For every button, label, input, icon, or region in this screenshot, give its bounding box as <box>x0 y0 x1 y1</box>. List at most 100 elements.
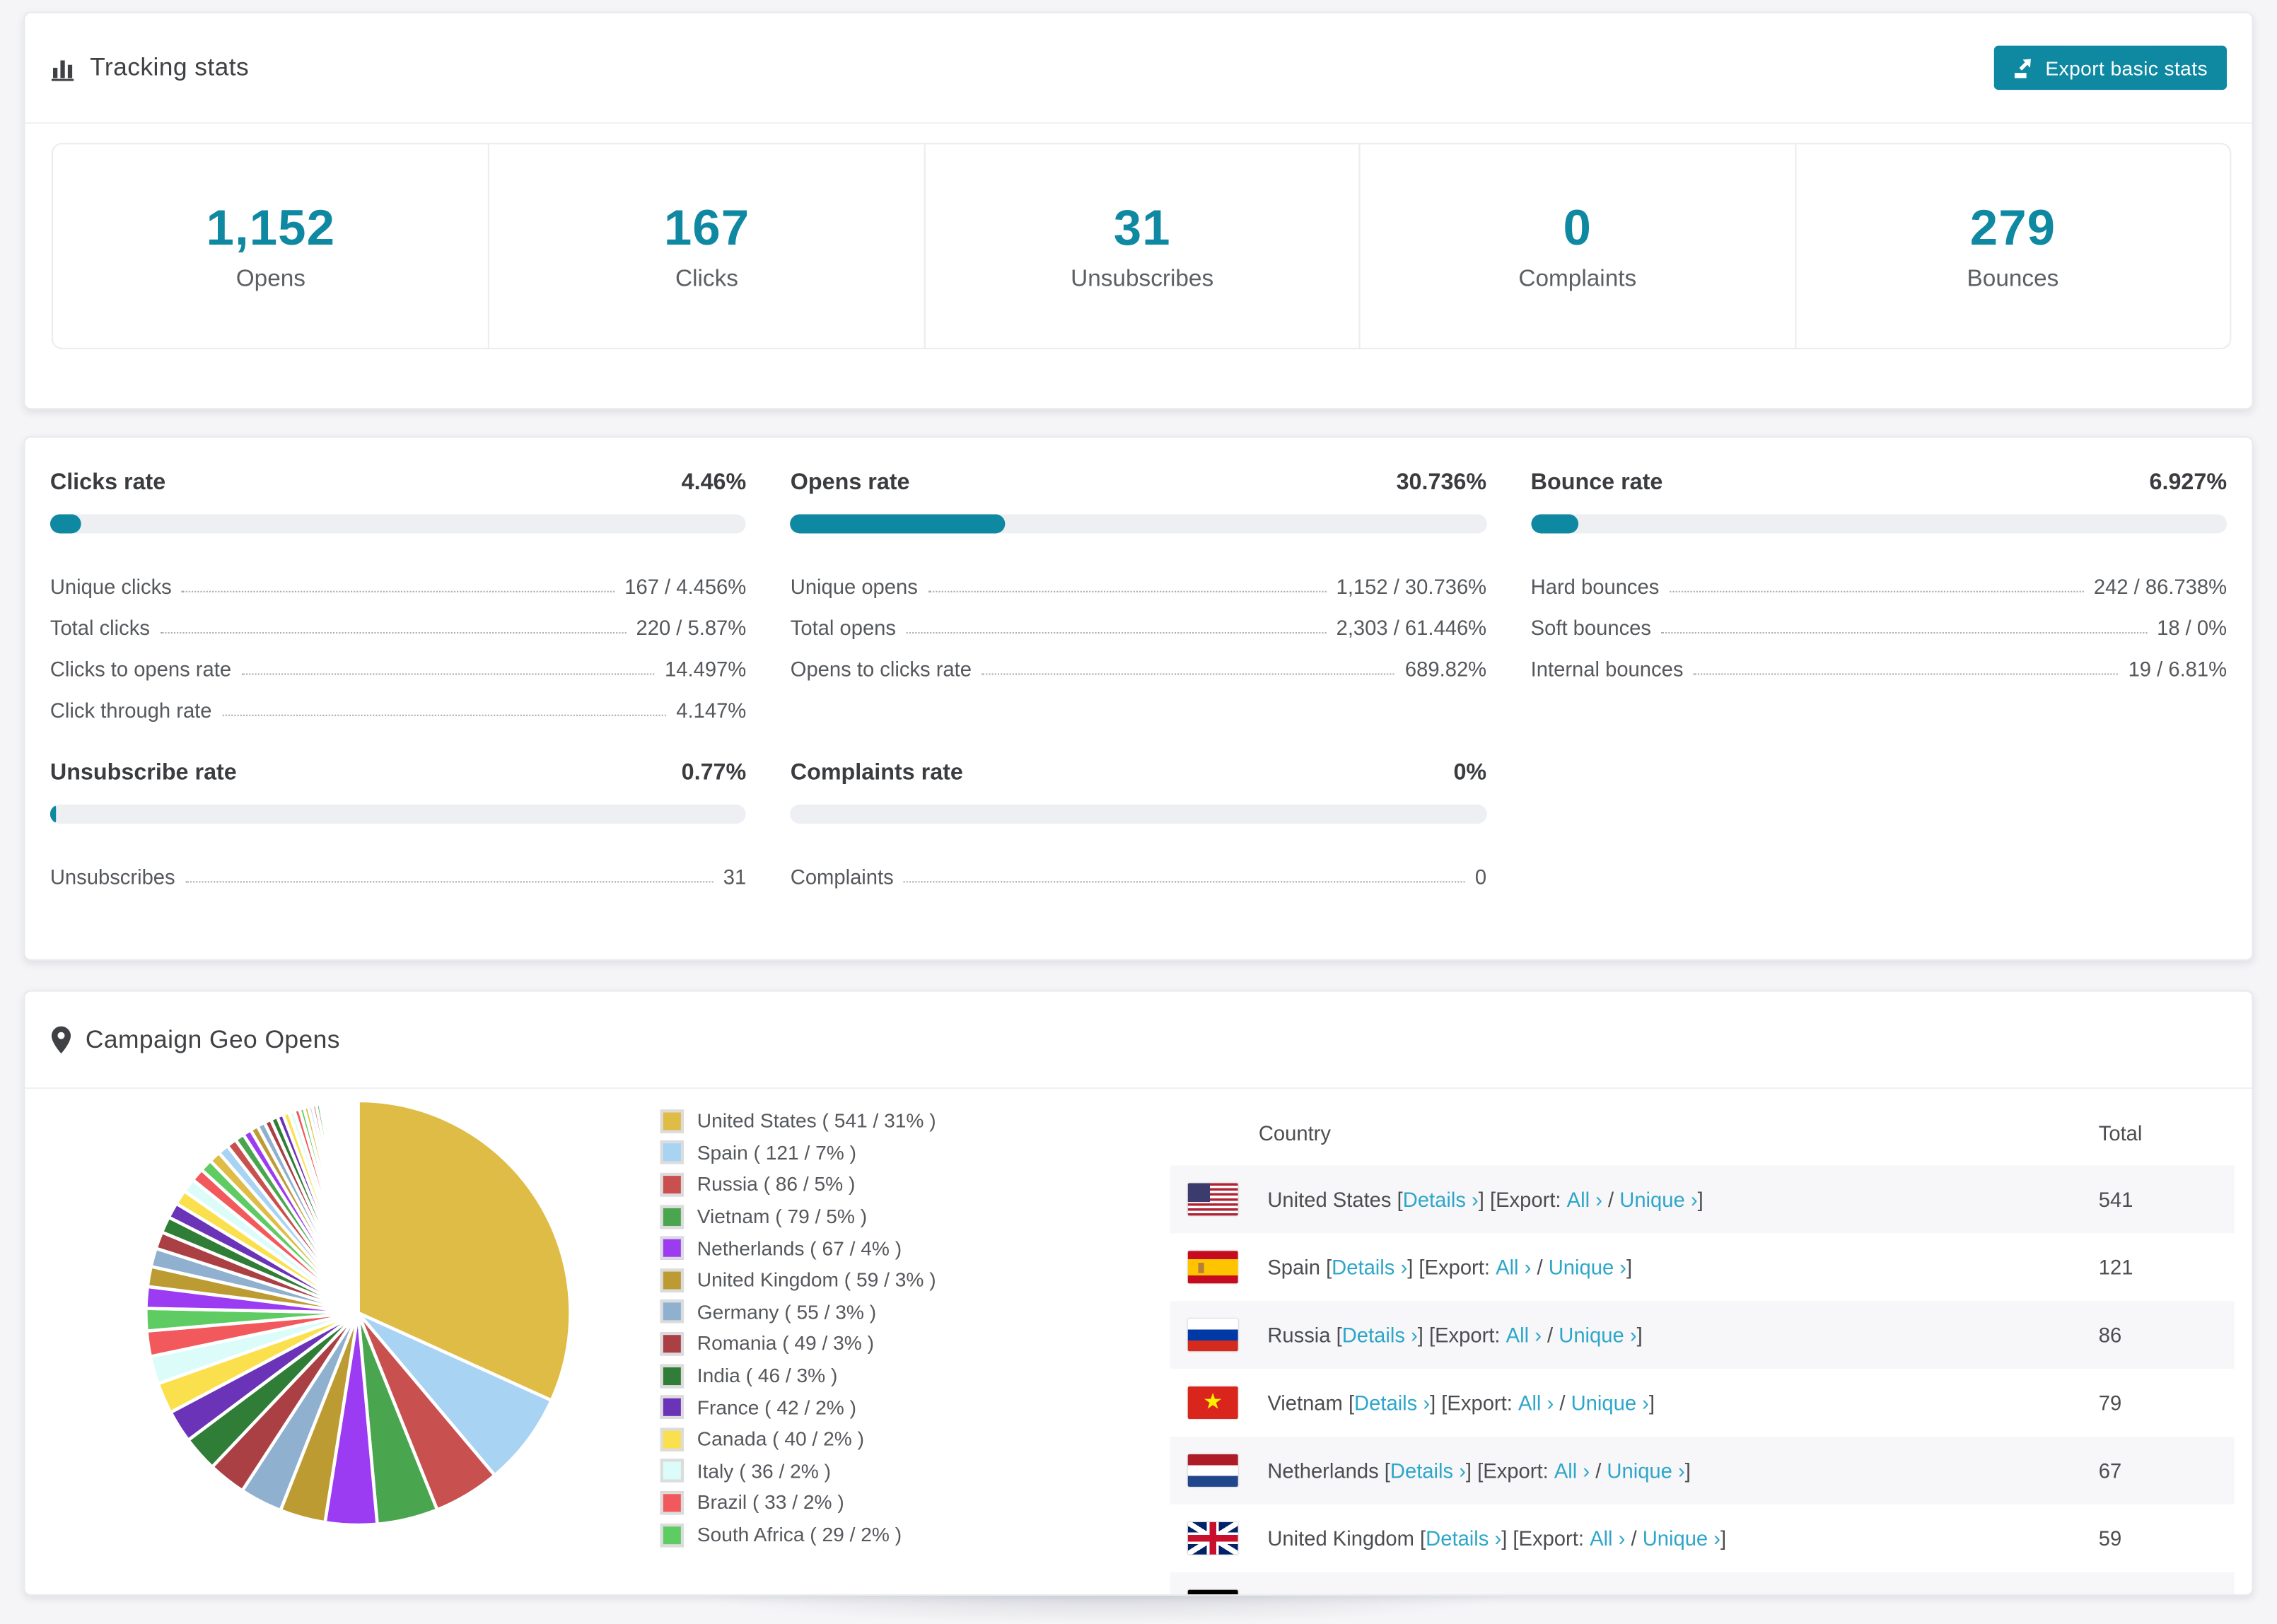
legend-label: Brazil ( 33 / 2% ) <box>697 1491 844 1514</box>
export-unique-link[interactable]: Unique › <box>1607 1459 1684 1482</box>
legend-label: Vietnam ( 79 / 5% ) <box>697 1205 868 1228</box>
export-all-link-label: All <box>1566 1187 1590 1212</box>
punctuation: ] <box>1648 1391 1655 1415</box>
export-button-label: Export basic stats <box>2045 57 2208 79</box>
export-unique-link[interactable]: Unique › <box>1643 1526 1720 1550</box>
geo-table-row-russia: Russia [Details ›] [Export: All › / Uniq… <box>1170 1301 2235 1369</box>
legend-label: Canada ( 40 / 2% ) <box>697 1427 864 1451</box>
export-basic-stats-button[interactable]: Export basic stats <box>1993 45 2228 90</box>
summary-value: 31 <box>1113 199 1171 256</box>
stat-row-opens-to-clicks-rate: Opens to clicks rate 689.82% <box>791 639 1486 681</box>
summary-label: Bounces <box>1967 266 2059 291</box>
stat-row-total-clicks: Total clicks 220 / 5.87% <box>50 598 746 639</box>
summary-value: 279 <box>1969 199 2056 256</box>
details-link[interactable]: Details › <box>1390 1459 1466 1482</box>
summary-label: Complaints <box>1518 266 1637 291</box>
country-cell: United States [Details ›] [Export: All ›… <box>1170 1183 2099 1216</box>
stat-row-clicks-to-opens-rate: Clicks to opens rate 14.497% <box>50 639 746 681</box>
export-all-link[interactable]: All › <box>1567 1188 1602 1211</box>
geo-table-row-germany: Germany [Details ›] [Export: All › / Uni… <box>1170 1572 2235 1595</box>
chevron-right-icon: › <box>1489 1526 1502 1550</box>
details-link[interactable]: Details › <box>1364 1594 1440 1595</box>
legend-swatch <box>660 1490 685 1515</box>
punctuation: ] [Export: <box>1465 1459 1554 1483</box>
column-header-total: Total <box>2098 1120 2143 1145</box>
flag-icon-es <box>1187 1251 1238 1284</box>
export-unique-link[interactable]: Unique › <box>1571 1391 1649 1414</box>
total-cell: 86 <box>2098 1323 2122 1347</box>
rate-title: Unsubscribe rate <box>50 760 237 785</box>
details-link[interactable]: Details › <box>1354 1391 1430 1414</box>
export-all-link[interactable]: All › <box>1506 1324 1542 1347</box>
details-link-label: Details <box>1341 1323 1405 1347</box>
legend-label: United Kingdom ( 59 / 3% ) <box>697 1268 936 1292</box>
country-cell: Netherlands [Details ›] [Export: All › /… <box>1170 1454 2099 1487</box>
country-cell: Spain [Details ›] [Export: All › / Uniqu… <box>1170 1251 2099 1284</box>
geo-table-row-united-kingdom: United Kingdom [Details ›] [Export: All … <box>1170 1505 2235 1572</box>
pie-slice-67 <box>356 1099 360 1315</box>
rate-value: 4.46% <box>681 469 747 496</box>
export-all-link[interactable]: All › <box>1590 1526 1625 1550</box>
chevron-right-icon: › <box>1529 1323 1542 1347</box>
punctuation: [ <box>1342 1391 1355 1415</box>
dotted-leader <box>241 673 655 675</box>
legend-label: Russia ( 86 / 5% ) <box>697 1173 856 1196</box>
geo-table-row-spain: Spain [Details ›] [Export: All › / Uniqu… <box>1170 1233 2235 1301</box>
dotted-leader <box>904 881 1465 883</box>
export-all-link-label: All <box>1527 1594 1550 1595</box>
punctuation: ] <box>1626 1255 1633 1279</box>
legend-item-canada: Canada ( 40 / 2% ) <box>660 1423 936 1455</box>
geo-opens-pie-chart <box>143 1098 573 1529</box>
legend-item-spain: Spain ( 121 / 7% ) <box>660 1137 936 1169</box>
stat-row-total-opens: Total opens 2,303 / 61.446% <box>791 598 1486 639</box>
geo-opens-title: Campaign Geo Opens <box>85 1024 340 1053</box>
flag-icon-us <box>1187 1183 1238 1216</box>
legend-swatch <box>660 1363 685 1388</box>
export-all-link-label: All <box>1506 1323 1530 1347</box>
chevron-right-icon: › <box>1394 1255 1408 1279</box>
country-name: Vietnam <box>1267 1391 1343 1415</box>
geo-table-row-united-states: United States [Details ›] [Export: All ›… <box>1170 1165 2235 1234</box>
rate-title: Complaints rate <box>790 760 963 785</box>
country-cell: United Kingdom [Details ›] [Export: All … <box>1170 1521 2099 1555</box>
export-all-link[interactable]: All › <box>1518 1391 1554 1414</box>
chevron-right-icon: › <box>1636 1391 1649 1415</box>
export-unique-link[interactable]: Unique › <box>1619 1188 1697 1211</box>
details-link[interactable]: Details › <box>1332 1256 1407 1279</box>
rates-card: Clicks rate 4.46% Unique clicks 167 / 4.456… <box>23 436 2254 961</box>
export-all-link[interactable]: All › <box>1527 1594 1563 1595</box>
country-name: Germany <box>1267 1594 1352 1595</box>
export-all-link[interactable]: All › <box>1554 1459 1590 1482</box>
progress-bar-fill <box>1530 514 1579 534</box>
rate-panel-clicks-rate: Clicks rate 4.46% Unique clicks 167 / 4.456… <box>50 469 747 722</box>
legend-swatch <box>660 1427 685 1451</box>
country-name: United Kingdom <box>1267 1526 1414 1550</box>
export-unique-link[interactable]: Unique › <box>1549 1256 1626 1279</box>
stat-row-unsubscribes: Unsubscribes 31 <box>50 847 746 888</box>
export-unique-link[interactable]: Unique › <box>1559 1324 1636 1347</box>
rate-value: 0% <box>1453 760 1487 785</box>
flag-icon-ru <box>1187 1319 1238 1352</box>
details-link[interactable]: Details › <box>1342 1324 1418 1347</box>
punctuation: ] <box>1720 1526 1727 1550</box>
dotted-leader <box>982 673 1395 675</box>
chevron-right-icon: › <box>1624 1323 1637 1347</box>
dotted-leader <box>928 590 1327 592</box>
rate-panel-bounce-rate: Bounce rate 6.927% Hard bounces 242 / 86.73… <box>1530 470 2228 722</box>
legend-item-russia: Russia ( 86 / 5% ) <box>660 1169 936 1201</box>
rate-panel-opens-rate: Opens rate 30.736% Unique opens 1,152 / 30.… <box>790 470 1487 722</box>
details-link[interactable]: Details › <box>1403 1188 1479 1211</box>
export-all-link[interactable]: All › <box>1496 1256 1531 1279</box>
chevron-right-icon: › <box>1518 1255 1532 1279</box>
rate-value: 0.77% <box>681 760 747 785</box>
chevron-right-icon: › <box>1577 1459 1590 1483</box>
tracking-stats-header: Tracking stats Export basic stats <box>25 13 2252 124</box>
stat-value: 31 <box>723 865 747 889</box>
bar-chart-icon <box>50 54 77 81</box>
details-link[interactable]: Details › <box>1426 1526 1501 1550</box>
export-unique-link[interactable]: Unique › <box>1580 1594 1658 1595</box>
flag-icon-nl <box>1187 1454 1238 1487</box>
country-name: Spain <box>1267 1255 1320 1279</box>
stat-value: 19 / 6.81% <box>2128 657 2228 681</box>
legend-label: Netherlands ( 67 / 4% ) <box>697 1237 902 1260</box>
